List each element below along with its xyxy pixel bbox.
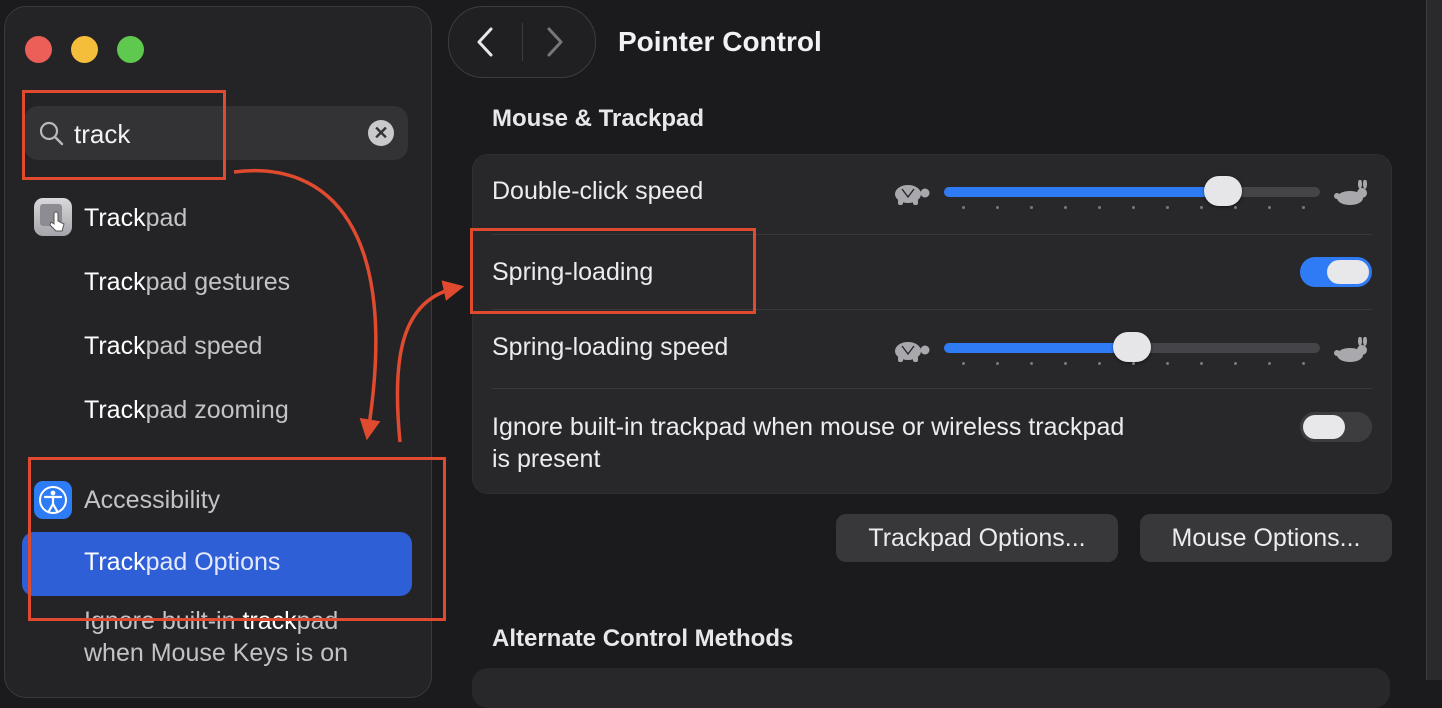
alternate-control-methods-card (472, 668, 1390, 708)
slider-tick (1098, 362, 1101, 365)
double-click-speed-label: Double-click speed (492, 177, 704, 205)
slider-tick (1132, 362, 1135, 365)
slider-tick (1234, 362, 1237, 365)
spring-loading-speed-slider[interactable] (944, 332, 1320, 362)
slider-tick (1030, 362, 1033, 365)
sidebar-result-trackpad-zooming[interactable]: Trackpad zooming (84, 396, 289, 425)
rabbit-icon (1334, 337, 1367, 362)
chevron-left-icon[interactable] (469, 25, 503, 59)
sidebar-item-trackpad[interactable]: Trackpad (84, 204, 187, 233)
slider-tick (1302, 362, 1305, 365)
slider-tick (1302, 206, 1305, 209)
annotation-box-search (22, 90, 226, 180)
spring-loading-toggle[interactable] (1300, 257, 1372, 287)
row-divider (492, 388, 1372, 389)
spring-loading-speed-thumb[interactable] (1113, 332, 1151, 362)
clear-search-icon[interactable]: ✕ (368, 120, 394, 146)
page-title: Pointer Control (618, 26, 822, 57)
toggle-knob (1303, 415, 1345, 439)
minimize-window-button[interactable] (71, 36, 98, 63)
spring-loading-speed-label: Spring-loading speed (492, 333, 729, 361)
nav-divider (522, 23, 523, 61)
spring-loading-speed-ticks (962, 362, 1305, 368)
section-title-alternate-control-methods: Alternate Control Methods (492, 625, 794, 652)
sidebar-result-ignore-trackpad-line2: when Mouse Keys is on (84, 639, 349, 667)
slider-tick (962, 362, 965, 365)
slider-tick (1064, 362, 1067, 365)
chevron-right-icon[interactable] (537, 25, 571, 59)
double-click-speed-thumb[interactable] (1204, 176, 1243, 206)
trackpad-icon (34, 198, 72, 236)
sidebar-result-trackpad-gestures[interactable]: Trackpad gestures (84, 268, 290, 297)
zoom-window-button[interactable] (117, 36, 144, 63)
slider-tick (1200, 206, 1203, 209)
double-click-speed-fill (944, 187, 1224, 197)
slider-tick (1166, 206, 1169, 209)
turtle-icon (895, 342, 930, 362)
slider-tick (962, 206, 965, 209)
section-title-mouse-trackpad: Mouse & Trackpad (492, 105, 705, 132)
ignore-trackpad-toggle[interactable] (1300, 412, 1372, 442)
slider-tick (1166, 362, 1169, 365)
annotation-box-trackpad-options (28, 457, 446, 621)
background-window-edge (1426, 0, 1442, 680)
spring-loading-speed-fill (944, 343, 1132, 353)
slider-tick (1268, 206, 1271, 209)
slider-tick (1030, 206, 1033, 209)
double-click-speed-slider[interactable] (944, 176, 1320, 206)
mouse-options-button[interactable]: Mouse Options... (1140, 514, 1392, 562)
turtle-icon (895, 185, 930, 205)
annotation-box-spring-loading (470, 228, 756, 314)
slider-tick (1234, 206, 1237, 209)
ignore-trackpad-label-line2: is present (492, 445, 601, 473)
slider-tick (1064, 206, 1067, 209)
ignore-trackpad-label: Ignore built-in trackpad when mouse or w… (492, 413, 1125, 441)
slider-tick (1132, 206, 1135, 209)
slider-tick (996, 362, 999, 365)
slider-tick (1268, 362, 1271, 365)
toggle-knob (1327, 260, 1369, 284)
close-window-button[interactable] (25, 36, 52, 63)
slider-tick (996, 206, 999, 209)
navigation-buttons (448, 6, 596, 78)
slider-tick (1098, 206, 1101, 209)
sidebar-result-trackpad-speed[interactable]: Trackpad speed (84, 332, 262, 361)
trackpad-options-button[interactable]: Trackpad Options... (836, 514, 1118, 562)
slider-tick (1200, 362, 1203, 365)
rabbit-icon (1334, 180, 1367, 205)
double-click-speed-ticks (962, 206, 1305, 212)
